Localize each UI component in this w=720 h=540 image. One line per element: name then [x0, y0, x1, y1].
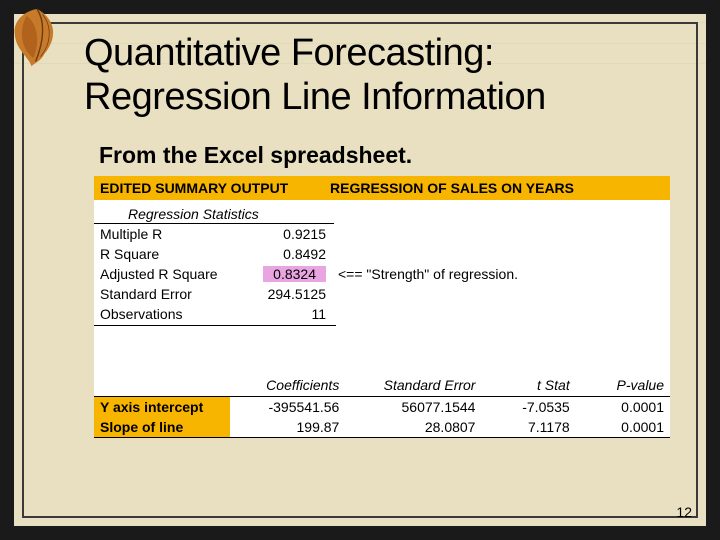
- coef-row-label: Y axis intercept: [94, 397, 230, 418]
- title-line-1: Quantitative Forecasting:: [84, 32, 494, 74]
- coefficients-table: Coefficients Standard Error t Stat P-val…: [94, 374, 670, 438]
- slide-subtitle: From the Excel spreadsheet.: [99, 142, 412, 169]
- coef-t: -7.0535: [481, 397, 575, 418]
- stat-label: Standard Error: [94, 286, 244, 302]
- leaf-icon: [2, 2, 72, 72]
- col-header: t Stat: [481, 374, 575, 397]
- table-row: R Square 0.8492: [94, 244, 670, 264]
- col-header: Coefficients: [230, 374, 345, 397]
- col-header: [94, 374, 230, 397]
- table-row: Y axis intercept -395541.56 56077.1544 -…: [94, 397, 670, 418]
- highlighted-value: 0.8324: [263, 266, 326, 282]
- spacer: [94, 326, 670, 374]
- output-header-row: EDITED SUMMARY OUTPUT REGRESSION OF SALE…: [94, 176, 670, 200]
- header-right: REGRESSION OF SALES ON YEARS: [330, 180, 664, 196]
- coef-p: 0.0001: [576, 397, 670, 418]
- table-row: Multiple R 0.9215: [94, 224, 670, 244]
- slide: Quantitative Forecasting: Regression Lin…: [0, 0, 720, 540]
- coef-p: 0.0001: [576, 417, 670, 438]
- table-row: Slope of line 199.87 28.0807 7.1178 0.00…: [94, 417, 670, 438]
- regression-stats-table: Multiple R 0.9215 R Square 0.8492 Adjust…: [94, 224, 670, 326]
- col-header: P-value: [576, 374, 670, 397]
- coef-value: -395541.56: [230, 397, 345, 418]
- stat-label: R Square: [94, 246, 244, 262]
- stat-label: Multiple R: [94, 226, 244, 242]
- stat-value: 294.5125: [244, 286, 336, 302]
- table-header-row: Coefficients Standard Error t Stat P-val…: [94, 374, 670, 397]
- table-row: Adjusted R Square 0.8324 <== "Strength" …: [94, 264, 670, 284]
- slide-title: Quantitative Forecasting: Regression Lin…: [84, 32, 686, 119]
- col-header: Standard Error: [345, 374, 481, 397]
- stat-label: Observations: [94, 306, 244, 322]
- stat-label: Adjusted R Square: [94, 266, 244, 282]
- excel-output: EDITED SUMMARY OUTPUT REGRESSION OF SALE…: [94, 176, 670, 438]
- table-row: Observations 11: [94, 304, 670, 324]
- coef-row-label: Slope of line: [94, 417, 230, 438]
- coef-se: 28.0807: [345, 417, 481, 438]
- stat-value: 0.8492: [244, 246, 336, 262]
- coef-se: 56077.1544: [345, 397, 481, 418]
- coef-t: 7.1178: [481, 417, 575, 438]
- stat-value: 0.8324: [244, 266, 336, 282]
- header-left: EDITED SUMMARY OUTPUT: [100, 180, 330, 196]
- regression-stats-heading: Regression Statistics: [94, 200, 334, 224]
- coef-value: 199.87: [230, 417, 345, 438]
- stat-note: <== "Strength" of regression.: [336, 266, 670, 282]
- stat-value: 11: [244, 306, 336, 322]
- table-row: Standard Error 294.5125: [94, 284, 670, 304]
- title-line-2: Regression Line Information: [84, 76, 546, 118]
- stat-value: 0.9215: [244, 226, 336, 242]
- page-number: 12: [676, 504, 692, 520]
